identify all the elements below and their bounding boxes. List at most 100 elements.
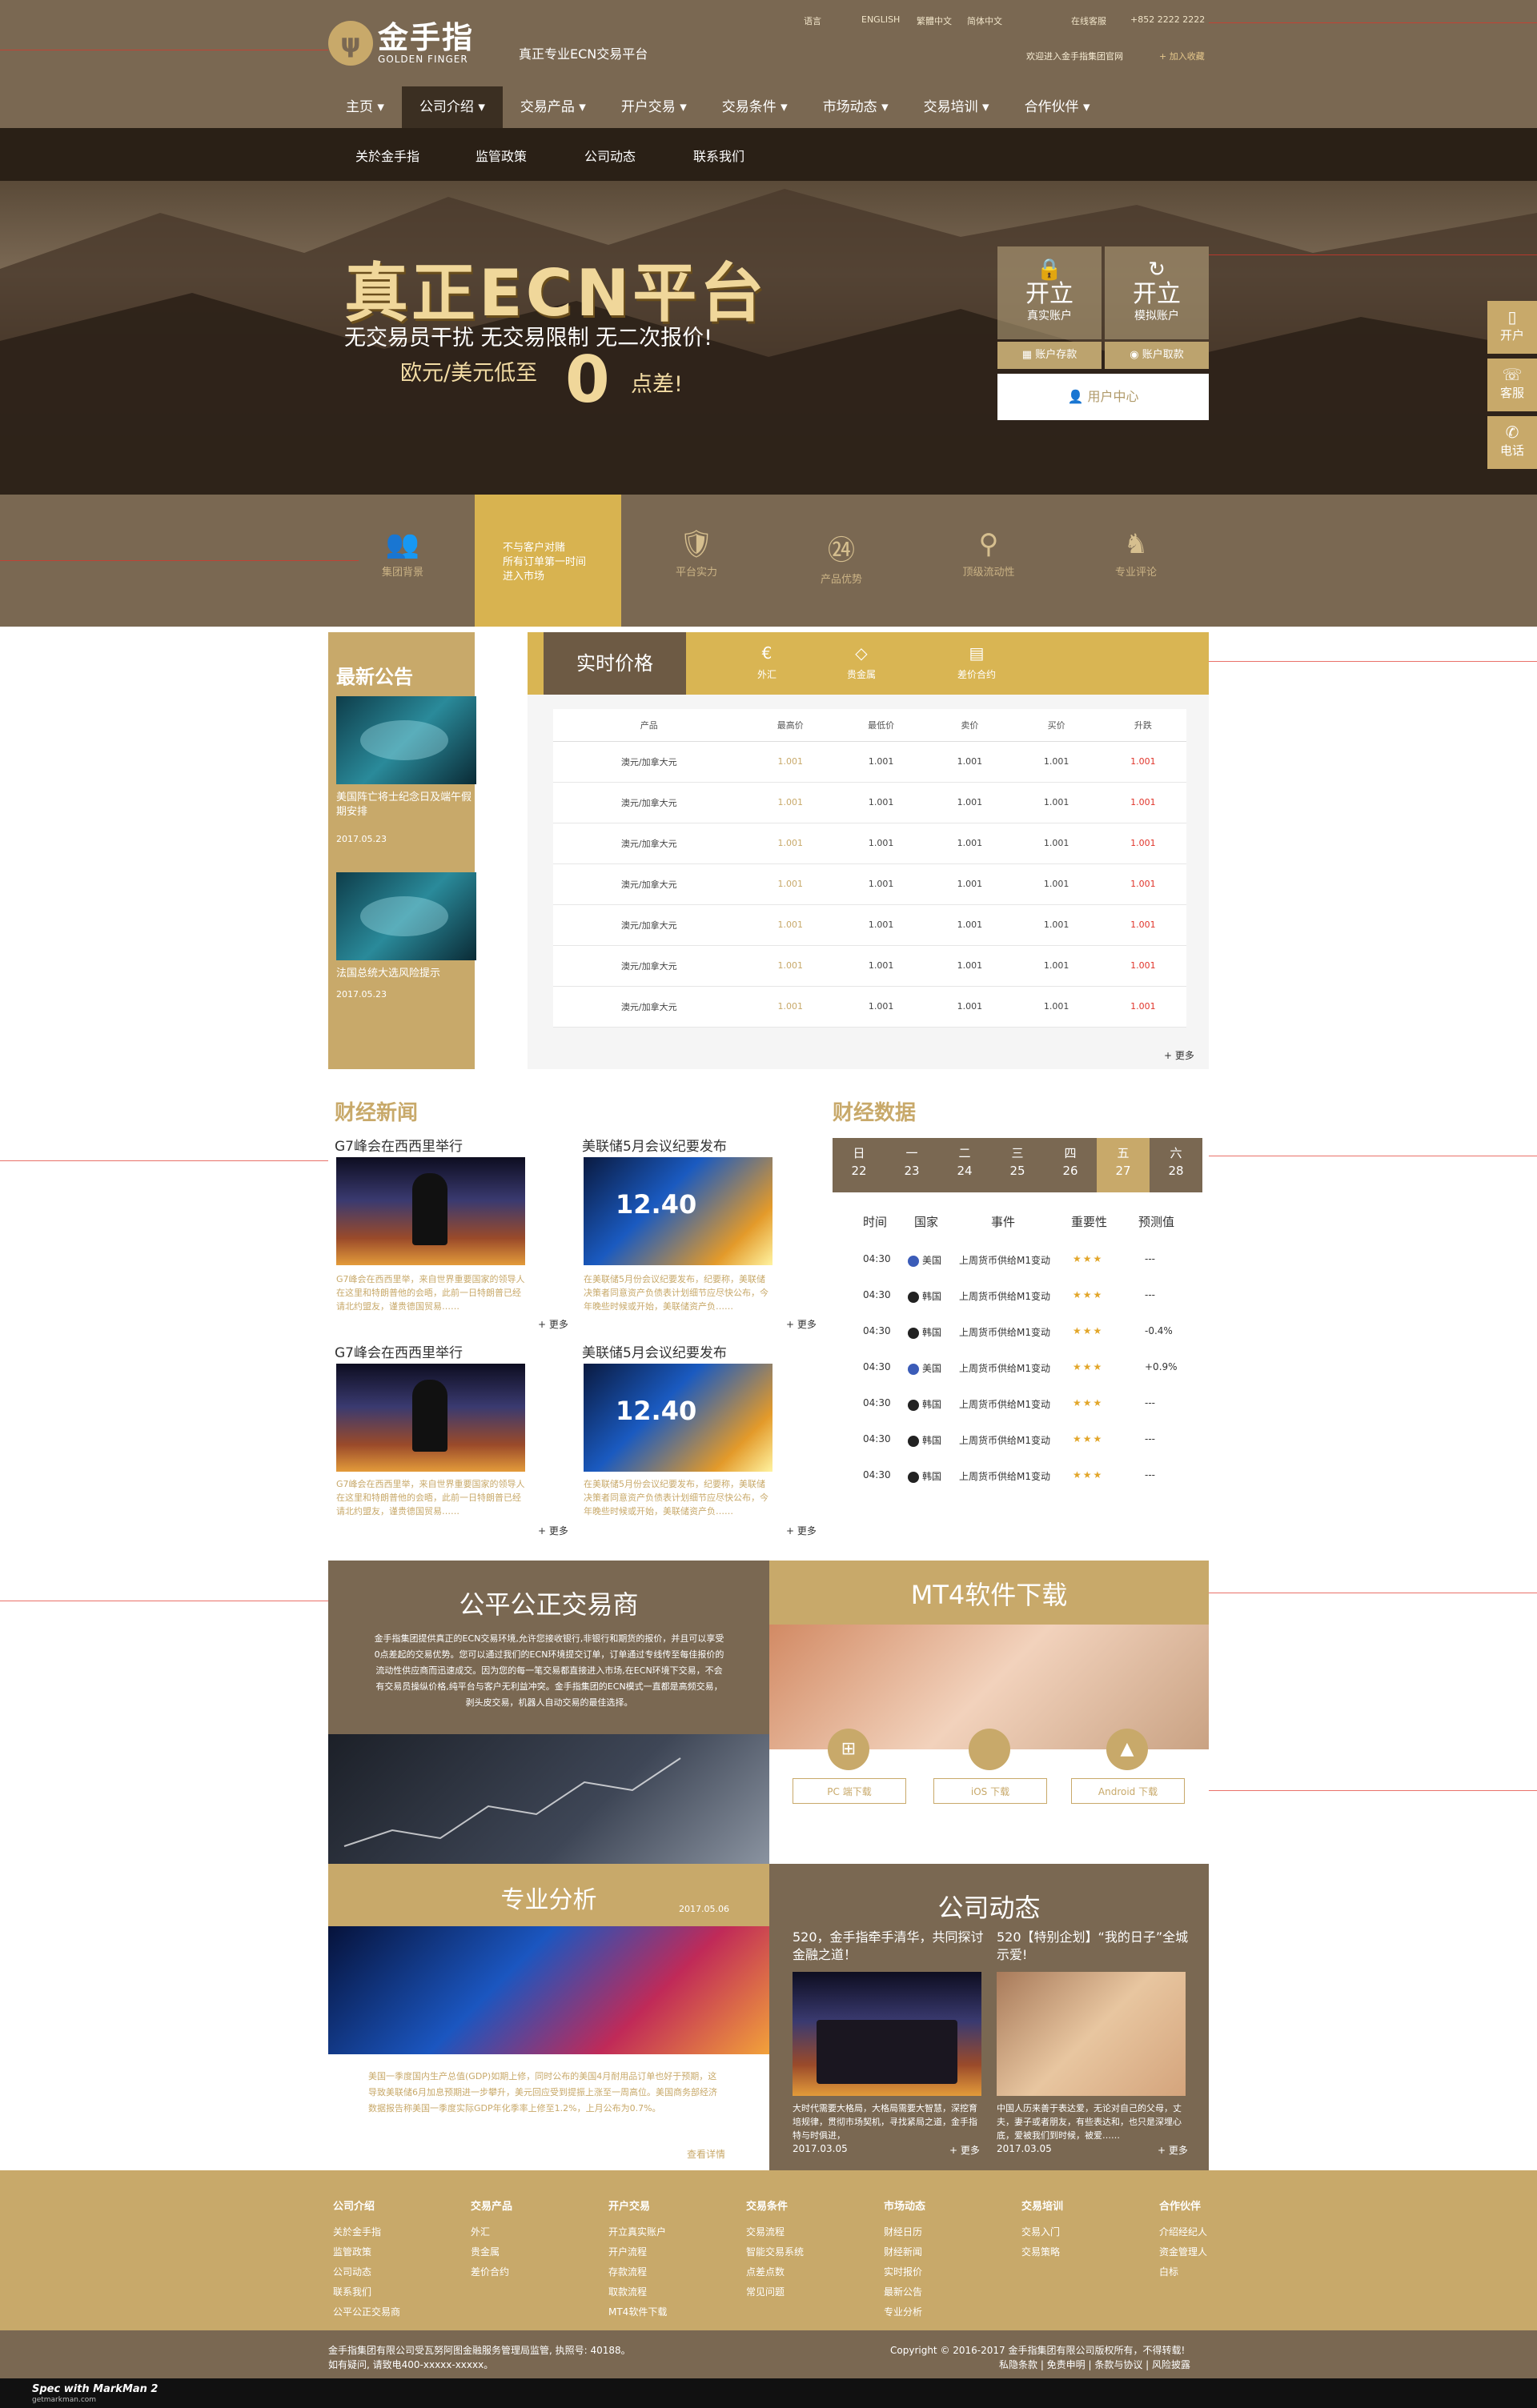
- findata-row[interactable]: 04:30 韩国 上周货币供给M1变动 ★★★ ---: [863, 1289, 1202, 1307]
- news-title[interactable]: 美联储5月会议纪要发布: [582, 1135, 727, 1155]
- lang-traditional-link[interactable]: 繁體中文: [917, 14, 952, 27]
- footer-link[interactable]: 介绍经纪人: [1159, 2222, 1279, 2242]
- financial-board-image[interactable]: 12.40: [584, 1157, 773, 1265]
- world-map-image[interactable]: [336, 696, 476, 784]
- subnav-regulation[interactable]: 监管政策: [476, 146, 527, 165]
- footer-link[interactable]: 交易流程: [746, 2222, 866, 2242]
- price-row[interactable]: 澳元/加拿大元 1.001 1.001 1.001 1.001 1.001: [553, 945, 1186, 987]
- news-more-link[interactable]: + 更多: [786, 1317, 817, 1331]
- footer-link[interactable]: 开户流程: [608, 2242, 728, 2262]
- nav-market[interactable]: 市场动态 ▾: [805, 86, 906, 128]
- nav-products[interactable]: 交易产品 ▾: [503, 86, 604, 128]
- findata-row[interactable]: 04:30 美国 上周货币供给M1变动 ★★★ +0.9%: [863, 1361, 1202, 1379]
- tab-forex[interactable]: € 外汇: [720, 632, 814, 695]
- tab-cfd[interactable]: ▤ 差价合约: [909, 632, 1045, 695]
- footer-link[interactable]: 常见问题: [746, 2282, 866, 2302]
- news-title[interactable]: G7峰会在西西里举行: [335, 1341, 463, 1361]
- withdraw-button[interactable]: ◉ 账户取款: [1105, 342, 1209, 369]
- calendar-day[interactable]: 五 27: [1097, 1138, 1150, 1192]
- price-row[interactable]: 澳元/加拿大元 1.001 1.001 1.001 1.001 1.001: [553, 741, 1186, 783]
- footer-link[interactable]: 实时报价: [884, 2262, 1004, 2282]
- feature-review[interactable]: ♞ 专业评论: [1092, 528, 1180, 579]
- footer-link[interactable]: 专业分析: [884, 2302, 1004, 2322]
- announcement-text[interactable]: 美国阵亡将士纪念日及端午假期安排: [336, 791, 476, 819]
- subnav-about[interactable]: 关於金手指: [355, 146, 419, 165]
- calendar-day[interactable]: 四 26: [1044, 1138, 1097, 1192]
- footer-link[interactable]: 存款流程: [608, 2262, 728, 2282]
- online-service-link[interactable]: 在线客服: [1071, 14, 1106, 27]
- footer-link[interactable]: MT4软件下载: [608, 2302, 728, 2322]
- feature-strength[interactable]: 🛡 平台实力: [652, 528, 740, 579]
- footer-legal-links[interactable]: 私隐条款 | 免责申明 | 条款与协议 | 风险披露: [999, 2358, 1190, 2371]
- footer-link[interactable]: 点差点数: [746, 2262, 866, 2282]
- footer-link[interactable]: 最新公告: [884, 2282, 1004, 2302]
- nav-conditions[interactable]: 交易条件 ▾: [704, 86, 805, 128]
- calendar-day[interactable]: 二 24: [938, 1138, 991, 1192]
- news-title[interactable]: 美联储5月会议纪要发布: [582, 1341, 727, 1361]
- price-row[interactable]: 澳元/加拿大元 1.001 1.001 1.001 1.001 1.001: [553, 823, 1186, 864]
- analysis-more-link[interactable]: 查看详情: [687, 2147, 725, 2161]
- holding-hands-image[interactable]: [997, 1972, 1186, 2096]
- seminar-image[interactable]: [793, 1972, 981, 2096]
- side-open-account[interactable]: ▯ 开户: [1487, 301, 1537, 354]
- findata-row[interactable]: 04:30 韩国 上周货币供给M1变动 ★★★ ---: [863, 1397, 1202, 1415]
- price-more-link[interactable]: + 更多: [1164, 1048, 1194, 1062]
- findata-row[interactable]: 04:30 韩国 上周货币供给M1变动 ★★★ -0.4%: [863, 1325, 1202, 1343]
- subnav-news[interactable]: 公司动态: [584, 146, 636, 165]
- logo[interactable]: ψ 金手指 GOLDEN FINGER: [328, 21, 474, 66]
- open-real-account-button[interactable]: 🔒 开立 真实账户: [997, 246, 1102, 339]
- findata-row[interactable]: 04:30 美国 上周货币供给M1变动 ★★★ ---: [863, 1253, 1202, 1271]
- price-title-tab[interactable]: 实时价格: [544, 632, 686, 695]
- tab-metals[interactable]: ◇ 贵金属: [814, 632, 909, 695]
- open-demo-account-button[interactable]: ↻ 开立 模拟账户: [1105, 246, 1209, 339]
- ios-download-button[interactable]: iOS 下载: [933, 1778, 1047, 1804]
- view-detail-link[interactable]: 查看详情: [477, 832, 486, 883]
- footer-link[interactable]: 联系我们: [333, 2282, 453, 2302]
- lang-english-link[interactable]: ENGLISH: [861, 14, 900, 25]
- view-detail-link[interactable]: 查看详情: [477, 988, 486, 1039]
- price-row[interactable]: 澳元/加拿大元 1.001 1.001 1.001 1.001 1.001: [553, 863, 1186, 905]
- company-more-link[interactable]: + 更多: [949, 2143, 980, 2157]
- lang-simplified-link[interactable]: 简体中文: [967, 14, 1002, 27]
- footer-link[interactable]: 财经新闻: [884, 2242, 1004, 2262]
- company-news-title[interactable]: 520，金手指牵手清华，共同探讨金融之道！: [793, 1929, 985, 1964]
- world-map-image[interactable]: [336, 872, 476, 960]
- footer-link[interactable]: 资金管理人: [1159, 2242, 1279, 2262]
- price-row[interactable]: 澳元/加拿大元 1.001 1.001 1.001 1.001 1.001: [553, 986, 1186, 1028]
- company-more-link[interactable]: + 更多: [1158, 2143, 1188, 2157]
- calendar-day[interactable]: 日 22: [833, 1138, 885, 1192]
- footer-link[interactable]: 财经日历: [884, 2222, 1004, 2242]
- feature-liquidity[interactable]: ⚲ 顶级流动性: [945, 528, 1033, 579]
- news-title[interactable]: G7峰会在西西里举行: [335, 1135, 463, 1155]
- add-favorite-link[interactable]: + 加入收藏: [1159, 50, 1205, 62]
- footer-link[interactable]: 交易策略: [1021, 2242, 1142, 2262]
- news-more-link[interactable]: + 更多: [538, 1524, 568, 1537]
- price-row[interactable]: 澳元/加拿大元 1.001 1.001 1.001 1.001 1.001: [553, 904, 1186, 946]
- feature-group[interactable]: 👥 集团背景: [359, 528, 447, 579]
- financial-board-image[interactable]: 12.40: [584, 1364, 773, 1472]
- nav-training[interactable]: 交易培训 ▾: [906, 86, 1007, 128]
- subnav-contact[interactable]: 联系我们: [693, 146, 744, 165]
- nav-open-account[interactable]: 开户交易 ▾: [604, 86, 704, 128]
- nav-company[interactable]: 公司介绍 ▾: [401, 86, 503, 128]
- conference-image[interactable]: [336, 1157, 525, 1265]
- pc-download-button[interactable]: PC 端下载: [793, 1778, 906, 1804]
- footer-link[interactable]: 公平公正交易商: [333, 2302, 453, 2322]
- findata-row[interactable]: 04:30 韩国 上周货币供给M1变动 ★★★ ---: [863, 1433, 1202, 1451]
- side-service[interactable]: ☏ 客服: [1487, 359, 1537, 411]
- findata-row[interactable]: 04:30 韩国 上周货币供给M1变动 ★★★ ---: [863, 1469, 1202, 1487]
- footer-link[interactable]: 关於金手指: [333, 2222, 453, 2242]
- news-more-link[interactable]: + 更多: [786, 1524, 817, 1537]
- nav-partners[interactable]: 合作伙伴 ▾: [1007, 86, 1108, 128]
- deposit-button[interactable]: ▦ 账户存款: [997, 342, 1102, 369]
- calendar-day[interactable]: 一 23: [885, 1138, 938, 1192]
- side-phone[interactable]: ✆ 电话: [1487, 416, 1537, 469]
- footer-link[interactable]: 白标: [1159, 2262, 1279, 2282]
- price-row[interactable]: 澳元/加拿大元 1.001 1.001 1.001 1.001 1.001: [553, 782, 1186, 823]
- footer-link[interactable]: 智能交易系统: [746, 2242, 866, 2262]
- company-news-title[interactable]: 520【特别企划】“我的日子”全城示爱!: [997, 1929, 1189, 1964]
- footer-link[interactable]: 差价合约: [471, 2262, 591, 2282]
- calendar-day[interactable]: 六 28: [1150, 1138, 1202, 1192]
- footer-link[interactable]: 贵金属: [471, 2242, 591, 2262]
- footer-link[interactable]: 外汇: [471, 2222, 591, 2242]
